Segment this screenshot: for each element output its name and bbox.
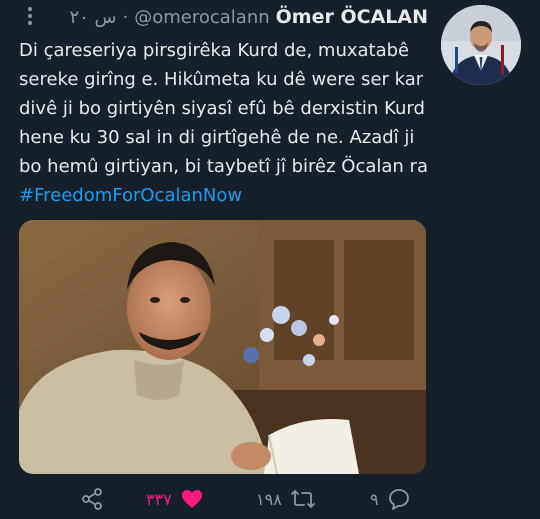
author-name[interactable]: Ömer ÖCALAN xyxy=(276,6,428,28)
hashtag-link[interactable]: #FreedomForOcalanNow xyxy=(19,181,419,210)
reply-button[interactable]: ۹ xyxy=(370,487,411,511)
like-count: ۳۳۷ xyxy=(146,489,172,509)
tweet-text-line: Di çareseriya pirsgirêka Kurd de, muxata… xyxy=(19,40,410,61)
header-separator: · xyxy=(122,7,129,28)
tweet-text: Di çareseriya pirsgirêka Kurd de, muxata… xyxy=(19,36,428,210)
author-handle[interactable]: @omerocalann xyxy=(134,7,269,28)
tweet-card[interactable]: ۲۰ س · @omerocalann Ömer ÖCALAN Di çares… xyxy=(0,0,540,519)
tweet-text-line: hene ku 30 sal in di girtîgehê de ne. Az… xyxy=(19,127,415,148)
action-bar: ۳۳۷ ۱۹۸ ۹ xyxy=(70,478,440,518)
retweet-icon xyxy=(290,487,316,511)
like-button[interactable]: ۳۳۷ xyxy=(146,487,204,511)
avatar[interactable] xyxy=(441,5,521,85)
tweet-text-line: divê ji bo girtiyên siyasî efû bê derxis… xyxy=(19,98,425,119)
reply-bubble-icon xyxy=(387,487,411,511)
tweet-header: ۲۰ س · @omerocalann Ömer ÖCALAN xyxy=(69,6,428,30)
tweet-photo[interactable] xyxy=(19,220,426,474)
share-icon xyxy=(80,487,104,511)
heart-filled-icon xyxy=(180,487,204,511)
reply-count: ۹ xyxy=(370,489,379,509)
share-button[interactable] xyxy=(80,487,104,511)
retweet-count: ۱۹۸ xyxy=(256,489,282,509)
tweet-text-line: sereke girîng e. Hikûmeta ku dê were ser… xyxy=(19,69,424,90)
tweet-text-line: bo hemû girtiyan, bi taybetî jî birêz Öc… xyxy=(19,156,428,177)
retweet-button[interactable]: ۱۹۸ xyxy=(256,487,316,511)
tweet-time[interactable]: ۲۰ س xyxy=(69,7,116,28)
more-dots-icon[interactable] xyxy=(18,6,42,30)
